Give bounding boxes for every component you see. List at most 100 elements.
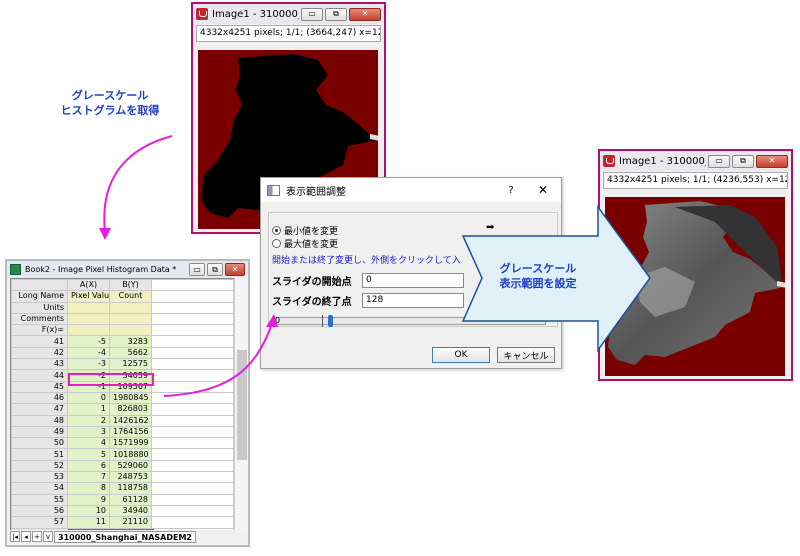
table-row[interactable]: 47 1 826803	[11, 403, 234, 416]
end-input[interactable]: 128	[362, 293, 464, 308]
close-button[interactable]: ✕	[756, 154, 788, 168]
scrollbar-thumb[interactable]	[237, 350, 247, 460]
empty-cell[interactable]	[151, 448, 234, 461]
empty-cell[interactable]	[151, 380, 234, 393]
title-bar[interactable]: Image1 - 310000_... ▭ ⧉ ✕	[600, 151, 791, 171]
pixel-value-cell[interactable]: 0	[67, 391, 110, 405]
vertical-scrollbar[interactable]	[234, 278, 248, 533]
count-cell[interactable]: 61128	[109, 493, 152, 506]
count-cell[interactable]: 5662	[109, 346, 152, 360]
empty-cell[interactable]	[151, 504, 234, 518]
pixel-value-cell[interactable]: -4	[67, 346, 110, 360]
count-cell[interactable]: 34940	[109, 504, 152, 518]
row-number[interactable]: 57	[11, 516, 68, 529]
dialog-close-button[interactable]: ✕	[531, 183, 555, 197]
count-cell[interactable]: 12575	[109, 358, 152, 371]
table-row[interactable]: 56 10 34940	[11, 504, 234, 518]
row-number[interactable]: 50	[11, 437, 68, 450]
sheet-list-icon[interactable]: v	[43, 531, 53, 542]
prev-sheet-icon[interactable]: ◂	[21, 531, 31, 542]
minimize-button[interactable]: ▭	[301, 7, 323, 21]
empty-cell[interactable]	[151, 324, 234, 337]
count-cell[interactable]: 1571999	[109, 437, 152, 450]
pixel-value-cell[interactable]: 1	[67, 403, 110, 416]
worksheet-grid[interactable]: A(X) B(Y) Long Name Pixel Value Count Un…	[10, 278, 235, 533]
table-row[interactable]: 48 2 1426162	[11, 414, 234, 427]
count-cell[interactable]: 1980845	[109, 391, 152, 405]
radio-dot[interactable]	[272, 239, 281, 248]
empty-cell[interactable]	[151, 391, 234, 405]
empty-cell[interactable]	[151, 403, 234, 416]
pixel-value-cell[interactable]: 2	[67, 414, 110, 427]
add-sheet-icon[interactable]: +	[32, 531, 42, 542]
radio-change-min[interactable]: 最小値を変更	[272, 224, 338, 237]
corner-cell[interactable]	[11, 279, 68, 292]
restore-button[interactable]: ⧉	[207, 263, 223, 276]
count-cell[interactable]: 1018880	[109, 448, 152, 461]
row-number[interactable]: 45	[11, 380, 68, 393]
title-bar[interactable]: Image1 - 310000_... ▭ ⧉ ✕	[193, 4, 384, 24]
count-cell[interactable]: 1764156	[109, 425, 152, 439]
empty-cell[interactable]	[151, 414, 234, 427]
count-cell[interactable]: 21110	[109, 516, 152, 529]
count-cell[interactable]: 529060	[109, 459, 152, 473]
pixel-value-cell[interactable]: 7	[67, 471, 110, 484]
column-header[interactable]: A(X)	[67, 279, 110, 292]
empty-cell[interactable]	[151, 425, 234, 439]
row-number[interactable]: 44	[11, 369, 68, 382]
empty-cell[interactable]	[151, 346, 234, 360]
long-name-cell[interactable]: Pixel Value	[67, 290, 110, 303]
empty-cell[interactable]	[151, 312, 234, 326]
count-cell[interactable]: 1426162	[109, 414, 152, 427]
comments-cell[interactable]	[67, 312, 110, 326]
empty-cell[interactable]	[151, 290, 234, 303]
row-number[interactable]: 49	[11, 425, 68, 439]
table-row[interactable]: 57 11 21110	[11, 516, 234, 529]
slider-handle[interactable]	[328, 315, 333, 327]
restore-button[interactable]: ⧉	[325, 7, 347, 21]
pixel-value-cell[interactable]: 10	[67, 504, 110, 518]
row-number[interactable]: 41	[11, 335, 68, 348]
image-canvas[interactable]	[605, 197, 787, 376]
table-row[interactable]: 51 5 1018880	[11, 448, 234, 461]
pixel-value-cell[interactable]: 9	[67, 493, 110, 506]
close-button[interactable]: ✕	[225, 263, 245, 276]
cancel-button[interactable]: キャンセル	[497, 347, 555, 363]
radio-change-max[interactable]: 最大値を変更	[272, 237, 338, 250]
column-header[interactable]: B(Y)	[109, 279, 152, 292]
row-number[interactable]: 46	[11, 391, 68, 405]
table-row[interactable]: 46 0 1980845	[11, 391, 234, 405]
row-number[interactable]: 51	[11, 448, 68, 461]
row-number[interactable]: 54	[11, 482, 68, 495]
empty-cell[interactable]	[151, 335, 234, 348]
empty-cell[interactable]	[151, 482, 234, 495]
empty-cell[interactable]	[151, 369, 234, 382]
count-cell[interactable]: 826803	[109, 403, 152, 416]
long-name-cell[interactable]: Count	[109, 290, 152, 303]
minimize-button[interactable]: ▭	[708, 154, 730, 168]
start-input[interactable]: 0	[362, 273, 464, 288]
minimize-button[interactable]: ▭	[189, 263, 205, 276]
count-cell[interactable]: 3283	[109, 335, 152, 348]
row-number[interactable]: 56	[11, 504, 68, 518]
row-number[interactable]: 47	[11, 403, 68, 416]
help-button[interactable]: ?	[491, 185, 531, 196]
row-number[interactable]: 42	[11, 346, 68, 360]
row-number[interactable]: 48	[11, 414, 68, 427]
ok-button[interactable]: OK	[432, 347, 490, 363]
pixel-value-cell[interactable]: 4	[67, 437, 110, 450]
pixel-value-cell[interactable]: 5	[67, 448, 110, 461]
range-slider[interactable]: 0	[274, 315, 546, 327]
workbook-window[interactable]: Book2 - Image Pixel Histogram Data * ▭ ⧉…	[5, 259, 250, 547]
units-cell[interactable]	[67, 301, 110, 314]
formula-cell[interactable]	[67, 324, 110, 337]
table-row[interactable]: 55 9 61128	[11, 493, 234, 506]
empty-cell[interactable]	[151, 516, 234, 529]
empty-cell[interactable]	[151, 459, 234, 473]
table-row[interactable]: 43 -3 12575	[11, 358, 234, 371]
empty-cell[interactable]	[151, 301, 234, 314]
comments-cell[interactable]	[109, 312, 152, 326]
dialog-title-bar[interactable]: 表示範囲調整 ? ✕	[261, 178, 561, 202]
table-row[interactable]: 49 3 1764156	[11, 425, 234, 439]
pixel-value-cell[interactable]: 8	[67, 482, 110, 495]
